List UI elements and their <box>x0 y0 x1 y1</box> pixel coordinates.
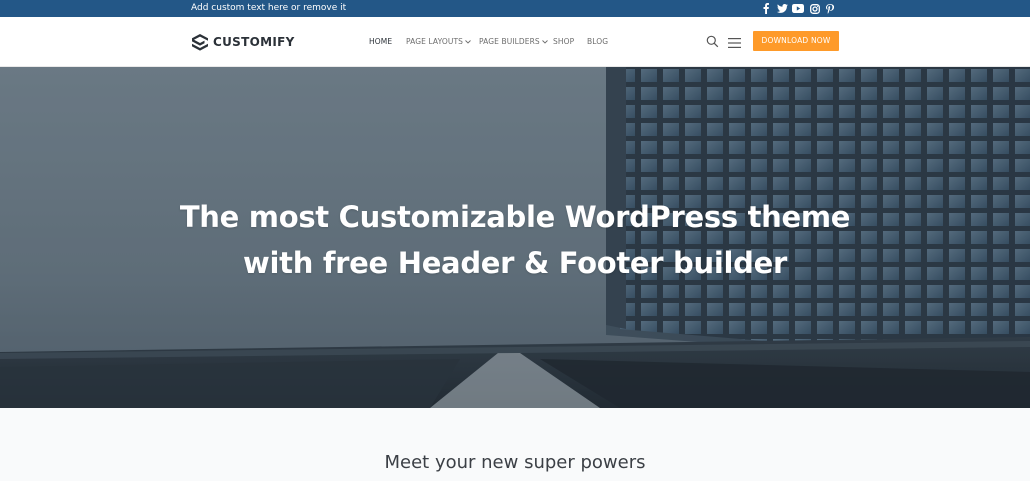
features-section: Meet your new super powers <box>0 408 1030 481</box>
hamburger-menu-icon[interactable] <box>728 36 741 48</box>
youtube-icon[interactable] <box>792 2 804 15</box>
logo-icon <box>192 33 208 51</box>
nav-item-label: SHOP <box>553 37 575 46</box>
site-logo[interactable]: CUSTOMIFY <box>191 33 295 51</box>
search-icon[interactable] <box>706 35 719 48</box>
pinterest-icon[interactable] <box>825 2 834 15</box>
logo-text: CUSTOMIFY <box>213 35 295 49</box>
hero-title-line-2: with free Header & Footer builder <box>243 246 787 280</box>
twitter-icon[interactable] <box>776 2 788 15</box>
section-title: Meet your new super powers <box>384 452 646 473</box>
nav-item-home[interactable]: HOME <box>369 36 392 48</box>
hero-banner: The most Customizable WordPress theme wi… <box>0 67 1030 408</box>
chevron-down-icon <box>465 40 471 44</box>
nav-item-label: HOME <box>369 37 393 46</box>
site-header: CUSTOMIFY HOME PAGE LAYOUTS PAGE BUILDER… <box>0 17 1030 67</box>
nav-item-blog[interactable]: BLOG <box>587 36 608 48</box>
nav-item-label: PAGE BUILDERS <box>479 37 540 46</box>
nav-item-shop[interactable]: SHOP <box>553 36 574 48</box>
nav-item-page-layouts[interactable]: PAGE LAYOUTS <box>406 36 471 48</box>
facebook-icon[interactable] <box>762 2 770 15</box>
hero-title: The most Customizable WordPress theme wi… <box>0 194 1030 286</box>
chevron-down-icon <box>541 40 548 44</box>
hero-title-line-1: The most Customizable WordPress theme <box>179 200 851 234</box>
top-bar: Add custom text here or remove it <box>0 0 1030 17</box>
instagram-icon[interactable] <box>809 2 820 15</box>
nav-item-label: PAGE LAYOUTS <box>406 37 463 46</box>
nav-item-page-builders[interactable]: PAGE BUILDERS <box>479 36 548 48</box>
top-bar-text: Add custom text here or remove it <box>191 3 347 13</box>
nav-item-label: BLOG <box>587 37 609 46</box>
download-now-button[interactable]: DOWNLOAD NOW <box>753 31 839 51</box>
